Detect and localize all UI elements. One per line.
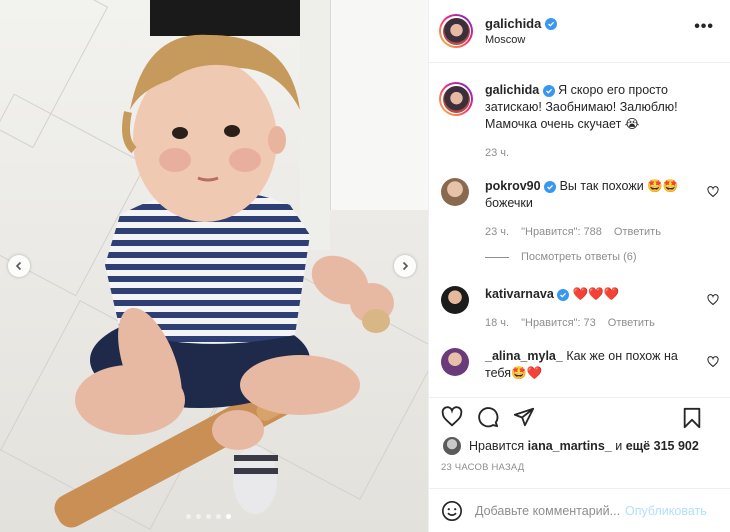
carousel-dot bbox=[206, 514, 211, 519]
comment-item: kativarnava ❤️❤️❤️ 18 ч. "Нравится": 73 … bbox=[441, 286, 719, 332]
post-photo[interactable] bbox=[0, 0, 428, 532]
comment-text: ❤️❤️❤️ bbox=[572, 287, 620, 301]
carousel-dots bbox=[186, 514, 231, 519]
carousel-dot bbox=[186, 514, 191, 519]
comment-avatar[interactable] bbox=[441, 286, 469, 314]
author-avatar[interactable] bbox=[439, 14, 473, 48]
comment-time[interactable]: 18 ч. bbox=[485, 315, 509, 332]
likes-and: и bbox=[615, 439, 623, 453]
author-username[interactable]: galichida bbox=[485, 16, 541, 31]
comment-username[interactable]: kativarnava bbox=[485, 287, 554, 301]
post-side-panel: galichida Moscow ••• galichida Я скоро е… bbox=[428, 0, 730, 532]
liker-avatar[interactable] bbox=[443, 437, 461, 455]
comment-time[interactable]: 23 ч. bbox=[485, 224, 509, 241]
comment-item: _alina_myla_ Как же он похож на тебя🤩❤️ bbox=[441, 348, 719, 382]
carousel-dot bbox=[196, 514, 201, 519]
comment-username[interactable]: _alina_myla_ bbox=[485, 349, 563, 363]
more-icon[interactable]: ••• bbox=[694, 19, 714, 35]
post-header: galichida Moscow ••• bbox=[429, 0, 730, 63]
comment-reply-button[interactable]: Ответить bbox=[614, 224, 661, 241]
verified-icon bbox=[557, 289, 570, 301]
verified-icon bbox=[545, 17, 558, 30]
share-icon[interactable] bbox=[513, 406, 535, 428]
likes-count-button[interactable]: ещё 315 902 bbox=[626, 439, 699, 453]
carousel-next-button[interactable] bbox=[394, 255, 416, 277]
comment-avatar[interactable] bbox=[441, 348, 469, 376]
view-replies-label: Посмотреть ответы (6) bbox=[521, 251, 637, 263]
comment-input[interactable] bbox=[475, 503, 623, 518]
liker-username[interactable]: iana_martins_ bbox=[528, 439, 612, 453]
post-caption: galichida Я скоро его просто затискаю! З… bbox=[439, 82, 705, 162]
caption-time[interactable]: 23 ч. bbox=[485, 145, 705, 162]
bookmark-icon[interactable] bbox=[682, 407, 702, 429]
post-location[interactable]: Moscow bbox=[485, 34, 557, 46]
carousel-dot bbox=[216, 514, 221, 519]
heart-icon[interactable] bbox=[441, 406, 463, 428]
post-timestamp[interactable]: 23 ЧАСОВ НАЗАД bbox=[429, 462, 730, 473]
comment-likes[interactable]: "Нравится": 788 bbox=[521, 224, 602, 241]
comment-likes[interactable]: "Нравится": 73 bbox=[521, 315, 596, 332]
heart-icon[interactable] bbox=[707, 356, 719, 368]
verified-icon bbox=[542, 85, 555, 97]
comment-username[interactable]: pokrov90 bbox=[485, 179, 541, 193]
post-actions: Нравится iana_martins_ и ещё 315 902 23 … bbox=[429, 397, 730, 473]
likes-summary: Нравится iana_martins_ и ещё 315 902 bbox=[429, 436, 730, 456]
child-illustration bbox=[54, 34, 394, 528]
verified-icon bbox=[544, 181, 557, 193]
comment-icon[interactable] bbox=[477, 406, 499, 428]
likes-prefix: Нравится bbox=[469, 439, 525, 453]
comment-avatar[interactable] bbox=[441, 178, 469, 206]
chevron-right-icon bbox=[402, 261, 409, 271]
caption-avatar[interactable] bbox=[439, 82, 473, 116]
comment-item: pokrov90 Вы так похожи 🤩🤩божечки 23 ч. "… bbox=[441, 178, 719, 241]
add-comment-bar: Опубликовать bbox=[429, 488, 730, 532]
chevron-left-icon bbox=[15, 261, 22, 271]
comment-reply-button[interactable]: Ответить bbox=[608, 315, 655, 332]
emoji-icon[interactable] bbox=[441, 500, 463, 522]
heart-icon[interactable] bbox=[707, 186, 719, 198]
caption-username[interactable]: galichida bbox=[485, 83, 539, 97]
publish-button[interactable]: Опубликовать bbox=[625, 504, 707, 518]
heart-icon[interactable] bbox=[707, 294, 719, 306]
carousel-dot-active bbox=[226, 514, 231, 519]
carousel-prev-button[interactable] bbox=[8, 255, 30, 277]
view-replies-button[interactable]: Посмотреть ответы (6) bbox=[485, 251, 637, 263]
comments-list: galichida Я скоро его просто затискаю! З… bbox=[429, 64, 730, 396]
